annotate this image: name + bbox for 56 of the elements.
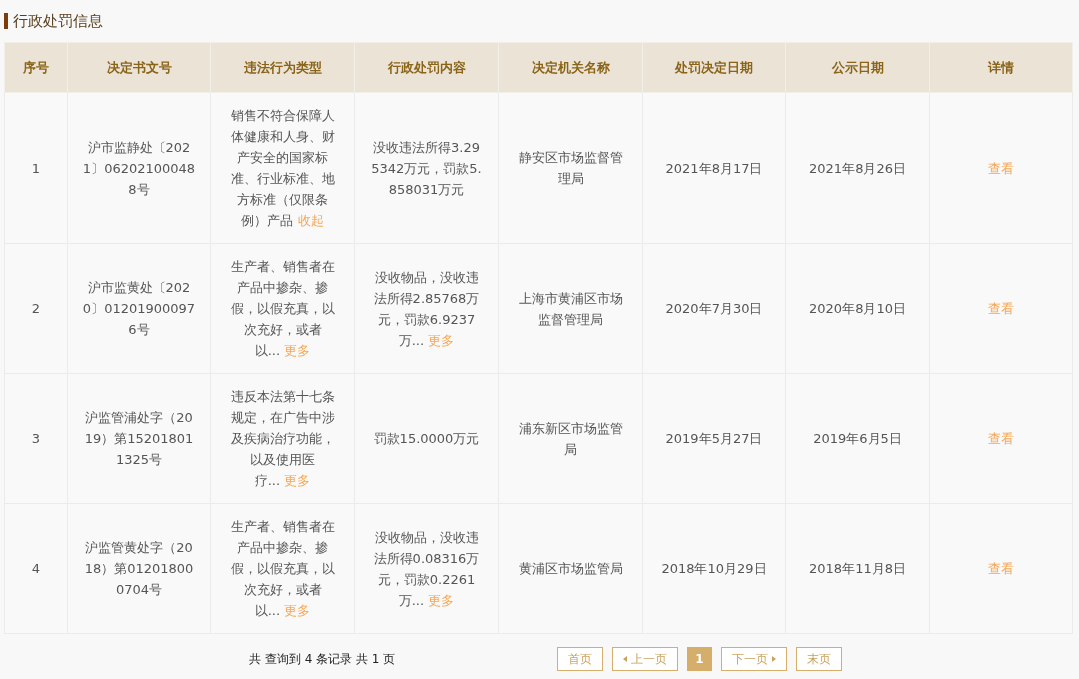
violation-text: 生产者、销售者在产品中掺杂、掺假，以假充真，以次充好，或者以... 更多 [230,519,335,618]
table-cell: 黄浦区市场监管局 [498,503,643,634]
table-cell: 2021年8月26日 [785,92,930,244]
table-cell: 2020年8月10日 [785,243,930,374]
last-page-button[interactable]: 末页 [796,647,842,671]
table-cell: 2019年6月5日 [785,373,930,504]
column-header: 详情 [929,42,1073,93]
section-title: 行政处罚信息 [13,11,103,31]
column-header: 违法行为类型 [210,42,355,93]
view-link[interactable]: 查看 [988,561,1014,576]
column-header: 公示日期 [785,42,930,93]
column-header: 决定书文号 [67,42,211,93]
table-cell: 沪市监黄处〔2020〕012019000976号 [67,243,211,374]
table-cell: 沪市监静处〔2021〕062021000488号 [67,92,211,244]
caret-right-icon [772,656,776,662]
more-link[interactable]: 更多 [428,592,455,608]
table-cell: 浦东新区市场监管局 [498,373,643,504]
previous-page-button[interactable]: 上一页 [612,647,678,671]
violation-text: 销售不符合保障人体健康和人身、财产安全的国家标准、行业标准、地方标准（仅限条例）产品 收起 [230,108,335,228]
violation-text: 生产者、销售者在产品中掺杂、掺假，以假充真，以次充好，或者以... 更多 [230,259,335,358]
table-cell: 1 [4,92,68,244]
table-cell: 沪监管黄处字（2018）第012018000704号 [67,503,211,634]
toggle-link[interactable]: 更多 [284,473,311,488]
table-cell: 2019年5月27日 [642,373,786,504]
violation-text: 违反本法第十七条规定，在广告中涉及疾病治疗功能，以及使用医疗... 更多 [230,389,335,488]
table-cell: 上海市黄浦区市场监督管理局 [498,243,643,374]
table-cell: 静安区市场监督管理局 [498,92,643,244]
toggle-link[interactable]: 更多 [284,343,311,358]
penalty-text: 没收物品，没收违法所得2.85768万元，罚款6.9237万... 更多 [373,269,480,348]
table-cell: 2020年7月30日 [642,243,786,374]
next-page-button[interactable]: 下一页 [721,647,787,671]
view-link[interactable]: 查看 [988,301,1014,316]
penalty-text: 没收物品，没收违法所得0.08316万元，罚款0.2261万... 更多 [373,529,480,608]
table-cell: 沪监管浦处字（2019）第152018011325号 [67,373,211,504]
view-link[interactable]: 查看 [988,431,1014,446]
title-marker [4,13,8,29]
table-cell: 2018年11月8日 [785,503,930,634]
penalty-text: 没收违法所得3.295342万元，罚款5.858031万元 [371,139,482,197]
view-link[interactable]: 查看 [988,160,1014,176]
toggle-link[interactable]: 更多 [284,603,311,618]
more-link[interactable]: 更多 [428,332,455,348]
column-header: 决定机关名称 [498,42,643,93]
page-number-button[interactable]: 1 [687,647,712,671]
toggle-link[interactable]: 收起 [297,213,324,228]
table-cell: 3 [4,373,68,504]
column-header: 处罚决定日期 [642,42,786,93]
penalty-text: 罚款15.0000万元 [373,431,480,446]
table-cell: 4 [4,503,68,634]
first-page-button[interactable]: 首页 [557,647,603,671]
column-header: 行政处罚内容 [354,42,499,93]
record-summary: 共 查询到 4 条记录 共 1 页 [249,650,397,668]
column-header: 序号 [4,42,68,93]
caret-left-icon [623,656,627,662]
table-cell: 2021年8月17日 [642,92,786,244]
table-cell: 2 [4,243,68,374]
table-cell: 2018年10月29日 [642,503,786,634]
